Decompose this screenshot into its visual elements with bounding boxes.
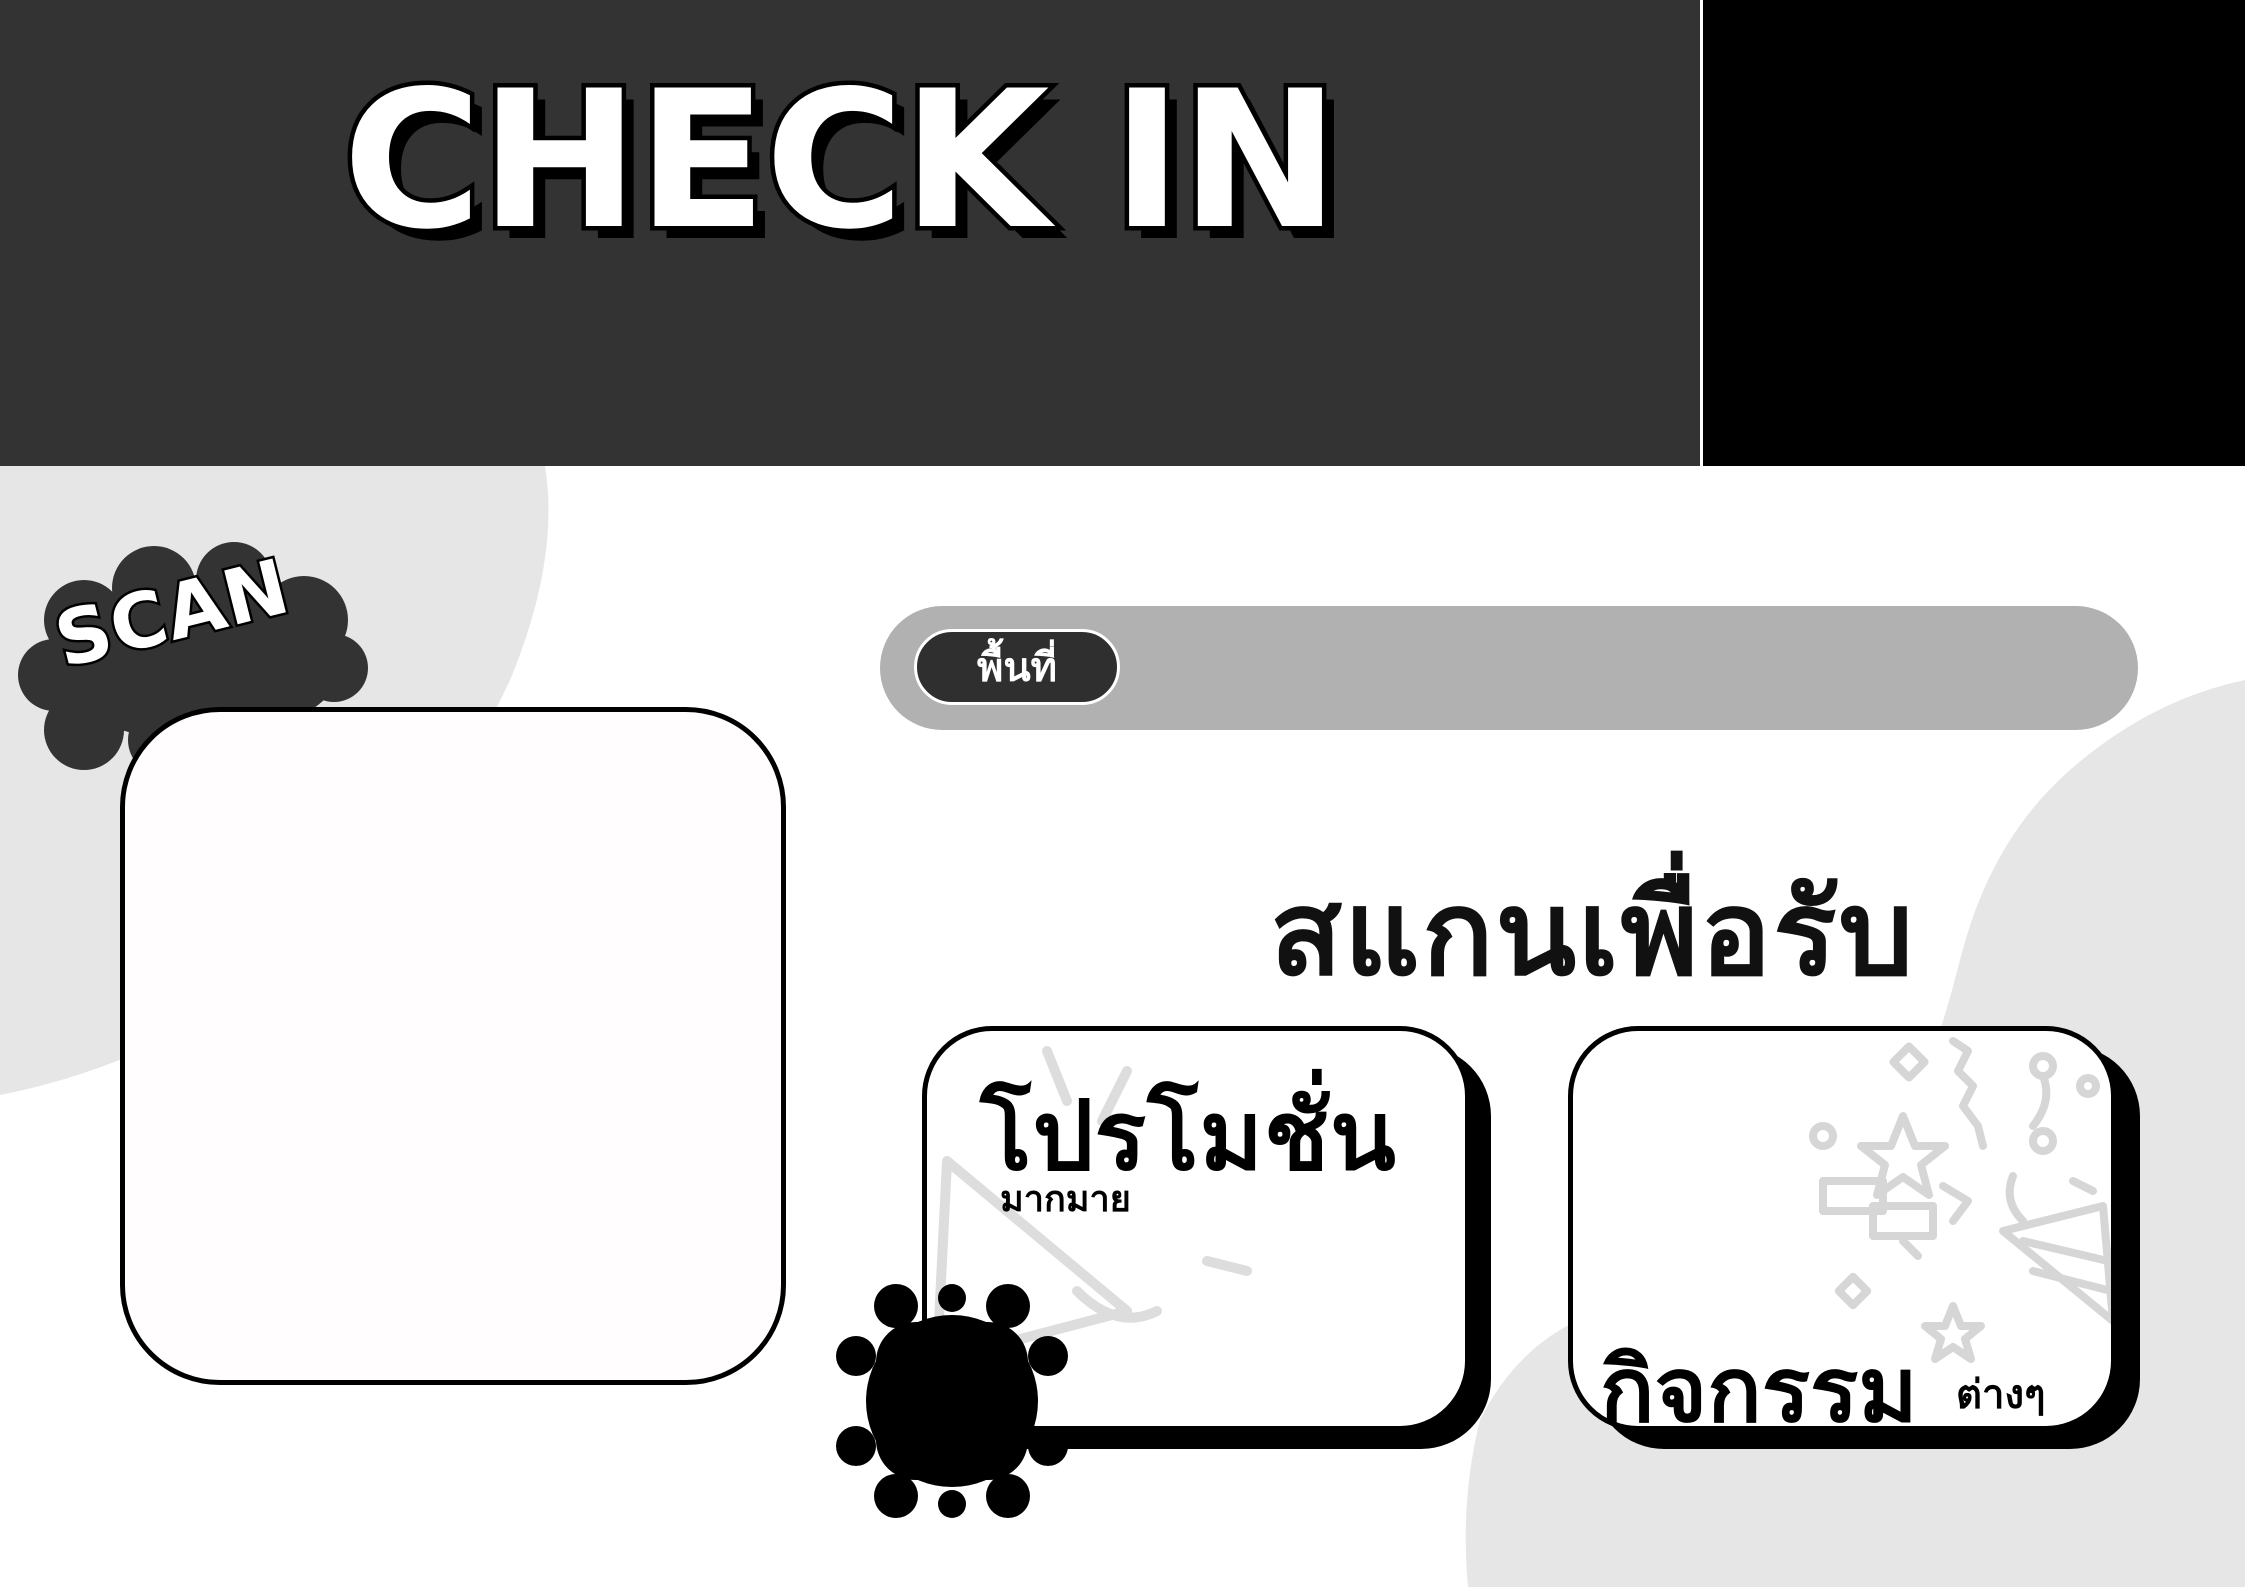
activity-title: กิจกรรม — [1600, 1338, 1918, 1443]
scalloped-badge — [836, 1284, 1068, 1518]
location-pill: พื้นที่ — [914, 629, 1120, 705]
scan-to-receive-heading: สแกนเพื่อรับ — [1270, 864, 1916, 1002]
qr-code-card — [120, 707, 786, 1385]
promo-subtitle: มากมาย — [1000, 1179, 1131, 1220]
location-label: พื้นที่ — [976, 645, 1058, 691]
header-black-block — [1703, 0, 2245, 466]
page-title: CHECK IN — [338, 46, 1344, 276]
activity-subtitle: ต่างๆ — [1956, 1372, 2046, 1418]
